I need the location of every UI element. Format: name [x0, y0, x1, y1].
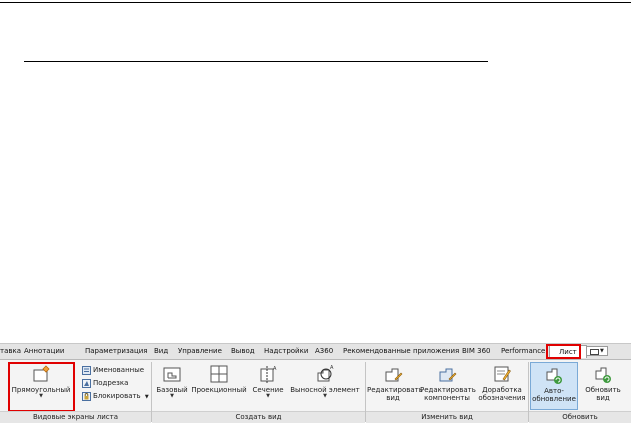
section-view-button[interactable]: A Сечение ▼ [250, 362, 286, 410]
base-view-button[interactable]: Базовый ▼ [154, 362, 190, 410]
edit-view-line-2: вид [386, 394, 400, 402]
ribbon-tab-bar: тавка Аннотации Параметризация Вид Управ… [0, 344, 631, 360]
modify-view-panel-title: Изменить вид [366, 411, 528, 423]
tab-output[interactable]: Вывод [231, 346, 255, 357]
tab-performance[interactable]: Performance [501, 346, 545, 357]
annotation-monitor-line-1: Доработка [482, 386, 522, 394]
auto-update-button[interactable]: Авто- обновление [530, 362, 578, 410]
update-view-line-1: Обновить [585, 386, 621, 394]
top-rule [0, 2, 631, 3]
tab-addins[interactable]: Надстройки [264, 346, 308, 357]
svg-text:A: A [330, 365, 334, 371]
named-label: Именованные [93, 366, 145, 374]
tab-bim360[interactable]: BIM 360 [462, 346, 491, 357]
rectangle-viewport-icon [33, 365, 50, 382]
chevron-down-icon: ▼ [39, 393, 43, 399]
base-view-icon [163, 367, 181, 382]
edit-components-button[interactable]: Редактировать компоненты [420, 362, 476, 410]
auto-update-icon [546, 368, 562, 384]
tab-annotations[interactable]: Аннотации [24, 346, 64, 357]
tab-vstavka[interactable]: тавка [0, 346, 21, 357]
chevron-down-icon: ▼ [170, 393, 174, 399]
update-view-line-2: вид [596, 394, 610, 402]
tab-view[interactable]: Вид [154, 346, 168, 357]
tab-parametrization[interactable]: Параметризация [85, 346, 147, 357]
quick-access-dropdown[interactable]: ▼ [586, 346, 608, 356]
projected-view-icon [210, 365, 228, 383]
tab-sheet[interactable]: Лист [549, 345, 587, 358]
detail-view-button[interactable]: A Выносной элемент ▼ [288, 362, 362, 410]
tab-a360[interactable]: A360 [315, 346, 333, 357]
edit-components-line-1: Редактировать [420, 386, 476, 394]
blank-underline [24, 61, 488, 62]
edit-components-icon [439, 368, 457, 382]
projected-view-button[interactable]: Проекционный [191, 362, 247, 410]
chevron-down-icon: ▼ [144, 394, 149, 400]
create-view-panel-title: Создать вид [152, 411, 365, 423]
update-view-button[interactable]: Обновить вид [580, 362, 626, 410]
clip-icon [82, 378, 91, 388]
chevron-down-icon: ▼ [600, 348, 604, 354]
chevron-down-icon: ▼ [266, 393, 270, 399]
window-icon [590, 349, 599, 355]
svg-text:A: A [273, 366, 277, 372]
annotation-monitor-button[interactable]: Доработка обозначения [477, 362, 527, 410]
section-view-icon: A [260, 366, 277, 383]
annotation-monitor-line-2: обозначения [478, 394, 526, 402]
ribbon: тавка Аннотации Параметризация Вид Управ… [0, 343, 631, 423]
edit-view-line-1: Редактировать [367, 386, 423, 394]
update-panel-title: Обновить [529, 411, 631, 423]
named-viewports-icon [82, 365, 91, 375]
projected-label: Проекционный [191, 386, 247, 394]
edit-view-button[interactable]: Редактировать вид [367, 362, 423, 410]
lock-icon [82, 391, 91, 401]
edit-components-line-2: компоненты [424, 394, 470, 402]
lock-label: Блокировать [93, 392, 141, 400]
clip-label: Подрезка [93, 379, 129, 387]
chevron-down-icon: ▼ [323, 393, 327, 399]
update-view-icon [595, 367, 611, 383]
ribbon-panels: Прямоугольный ▼ Именованные Подрезка Бло… [0, 360, 631, 423]
detail-view-icon: A [317, 365, 334, 382]
lock-button[interactable]: Блокировать ▼ [82, 390, 149, 402]
auto-update-line-1: Авто- [544, 387, 564, 395]
clip-button[interactable]: Подрезка [82, 377, 128, 389]
edit-view-icon [385, 368, 403, 382]
viewports-panel-title: Видовые экраны листа [0, 411, 151, 423]
tab-manage[interactable]: Управление [178, 346, 222, 357]
tab-featured-apps[interactable]: Рекомендованные приложения [343, 346, 459, 357]
named-viewports-button[interactable]: Именованные [82, 364, 144, 376]
annotation-monitor-icon [494, 366, 511, 382]
auto-update-line-2: обновление [532, 395, 576, 403]
rectangular-viewport-button[interactable]: Прямоугольный ▼ [10, 362, 72, 410]
